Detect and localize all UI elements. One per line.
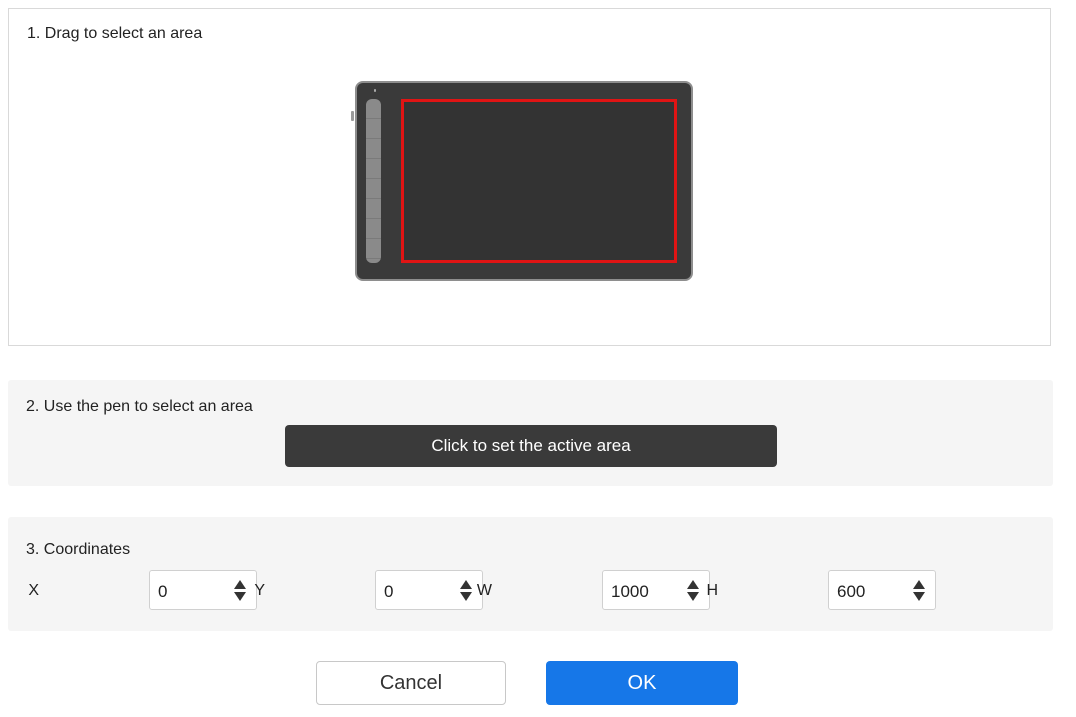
coord-h-stepper[interactable] xyxy=(913,580,925,602)
tablet-side-button xyxy=(351,111,354,121)
coord-w-value: 1000 xyxy=(611,582,649,601)
arrow-down-icon[interactable] xyxy=(687,592,699,601)
arrow-up-icon[interactable] xyxy=(460,580,472,589)
coord-y-input[interactable]: 0 xyxy=(375,570,483,610)
coord-y-label: Y xyxy=(254,582,265,599)
coordinates-section: 3. Coordinates X 0 Y 0 W 1000 H 600 xyxy=(8,517,1053,631)
pen-select-label: 2. Use the pen to select an area xyxy=(26,398,253,415)
coord-x-stepper[interactable] xyxy=(234,580,246,602)
coord-y-stepper[interactable] xyxy=(460,580,472,602)
tablet-indicator-light xyxy=(374,89,376,92)
active-area-selection[interactable] xyxy=(401,99,677,263)
coord-x-input[interactable]: 0 xyxy=(149,570,257,610)
arrow-up-icon[interactable] xyxy=(234,580,246,589)
coord-h-value: 600 xyxy=(837,582,866,601)
ok-button[interactable]: OK xyxy=(546,661,738,705)
coord-y-value: 0 xyxy=(384,582,394,601)
coord-w-stepper[interactable] xyxy=(687,580,699,602)
coord-h-input[interactable]: 600 xyxy=(828,570,936,610)
coord-w-label: W xyxy=(476,582,492,599)
arrow-down-icon[interactable] xyxy=(913,592,925,601)
tablet-express-keys xyxy=(366,99,381,263)
coord-w-input[interactable]: 1000 xyxy=(602,570,710,610)
coord-h-label: H xyxy=(706,582,718,599)
set-active-area-button[interactable]: Click to set the active area xyxy=(285,425,777,467)
drag-select-label: 1. Drag to select an area xyxy=(27,25,203,42)
coordinates-label: 3. Coordinates xyxy=(26,541,131,558)
cancel-button[interactable]: Cancel xyxy=(316,661,506,705)
coord-x-label: X xyxy=(28,582,39,599)
coord-x-value: 0 xyxy=(158,582,168,601)
arrow-up-icon[interactable] xyxy=(687,580,699,589)
arrow-up-icon[interactable] xyxy=(913,580,925,589)
arrow-down-icon[interactable] xyxy=(234,592,246,601)
pen-select-section: 2. Use the pen to select an area Click t… xyxy=(8,380,1053,486)
arrow-down-icon[interactable] xyxy=(460,592,472,601)
drag-select-section: 1. Drag to select an area xyxy=(8,8,1051,346)
tablet-preview[interactable] xyxy=(351,81,693,281)
